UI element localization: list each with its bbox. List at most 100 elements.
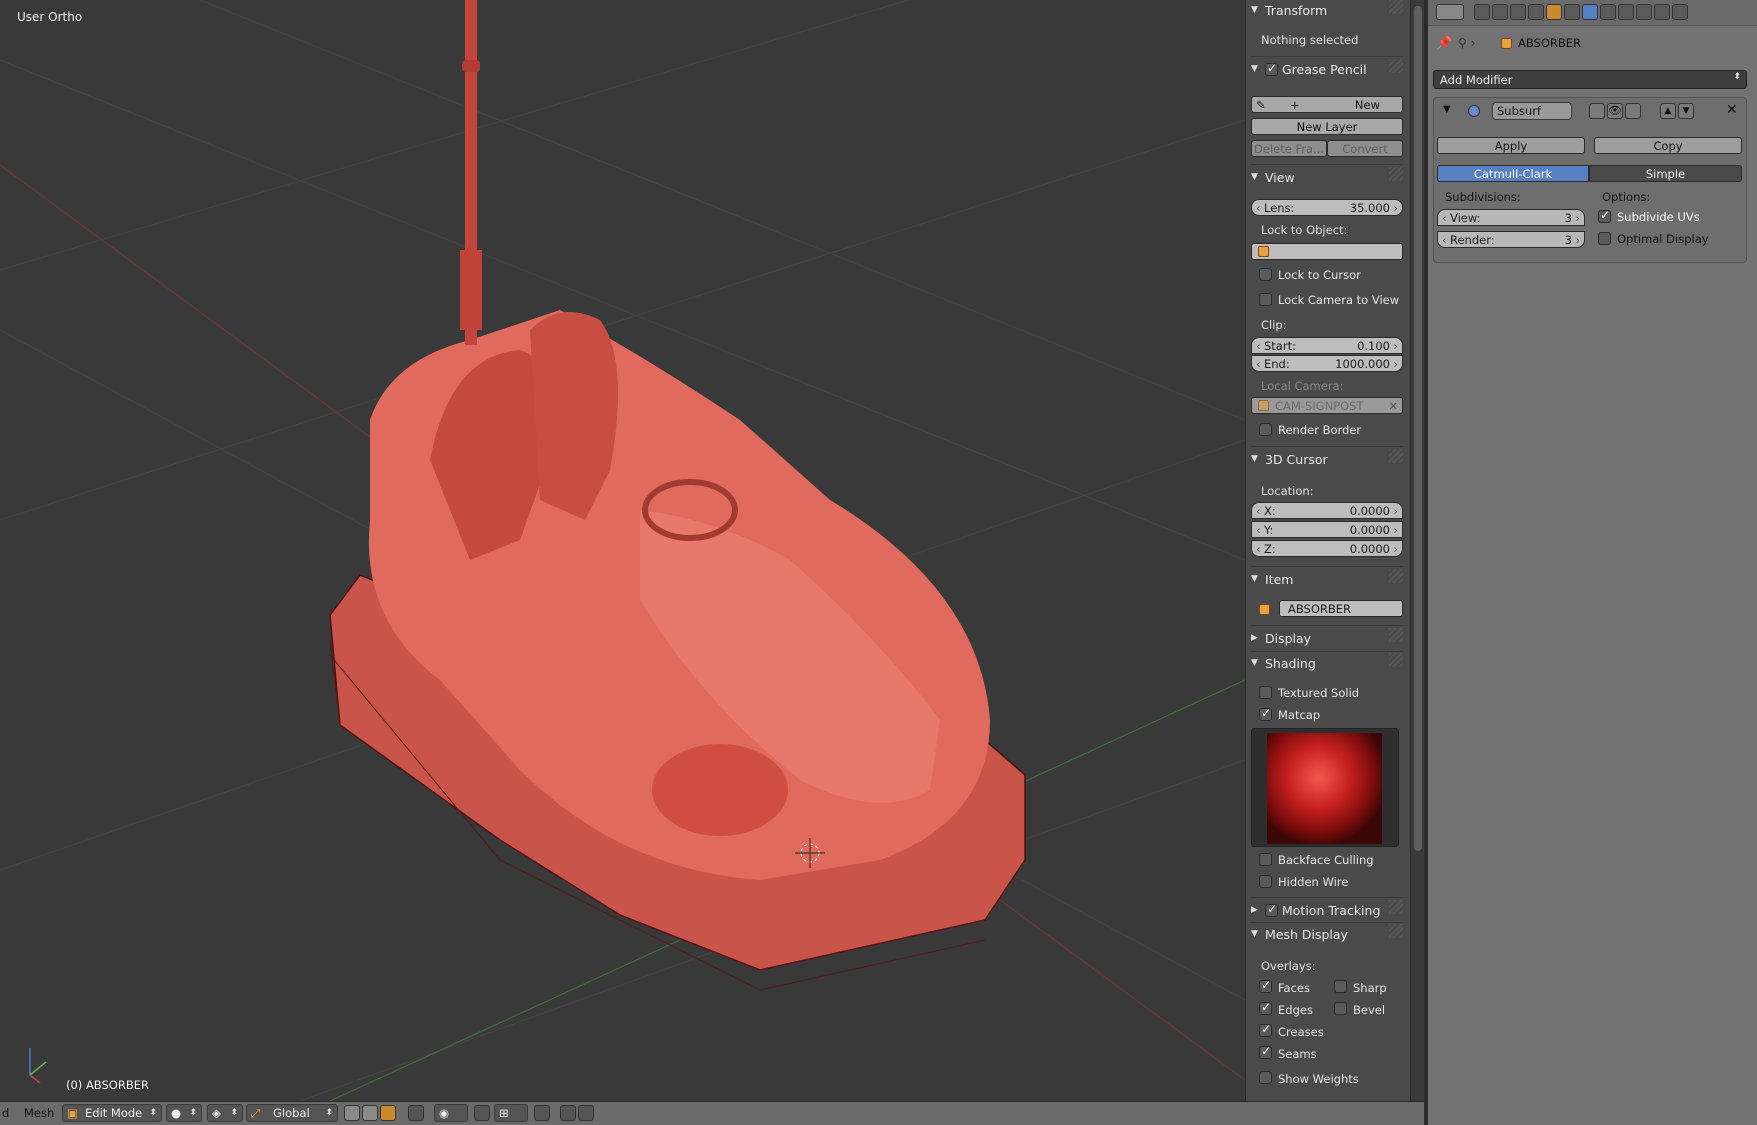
particles-tab-icon[interactable] — [1654, 4, 1670, 20]
new-layer-button[interactable]: New Layer — [1251, 118, 1403, 135]
mesh-display-panel-header[interactable]: ▼ Mesh Display — [1251, 924, 1403, 944]
modifier-name-field[interactable]: Subsurf — [1492, 102, 1572, 120]
scene-canvas — [0, 0, 1245, 1101]
render-border-checkbox[interactable] — [1259, 423, 1272, 436]
remove-modifier-icon[interactable]: ✕ — [1726, 102, 1738, 118]
lock-to-cursor-checkbox[interactable] — [1259, 268, 1272, 281]
move-down-icon[interactable]: ▼ — [1678, 103, 1694, 119]
grease-pencil-new-button[interactable]: ✎ + New — [1251, 96, 1403, 113]
lock-camera-checkbox[interactable] — [1259, 293, 1272, 306]
mesh-menu[interactable]: Mesh — [24, 1106, 54, 1120]
clip-start-field[interactable]: Start: 0.100 — [1251, 337, 1403, 354]
render-levels-field[interactable]: Render: 3 — [1437, 231, 1585, 248]
convert-button[interactable]: Convert — [1327, 140, 1403, 157]
lens-field[interactable]: Lens: 35.000 — [1251, 199, 1403, 216]
motion-tracking-checkbox[interactable] — [1265, 902, 1278, 917]
render-still-icon[interactable] — [560, 1105, 576, 1121]
opengl-render-icon[interactable] — [534, 1105, 550, 1121]
editor-type-icon[interactable] — [1436, 4, 1464, 20]
scene-tab-icon[interactable] — [1510, 4, 1526, 20]
faces-checkbox[interactable] — [1259, 978, 1272, 993]
scrollbar-thumb[interactable] — [1414, 6, 1422, 851]
vertex-select-icon[interactable] — [344, 1105, 360, 1121]
simple-tab[interactable]: Simple — [1589, 165, 1742, 182]
creases-checkbox[interactable] — [1259, 1022, 1272, 1037]
object-tab-icon[interactable] — [1546, 4, 1562, 20]
delete-frame-button[interactable]: Delete Fra... — [1251, 140, 1327, 157]
cursor-x-field[interactable]: X: 0.0000 — [1251, 502, 1403, 519]
textured-solid-checkbox[interactable] — [1259, 686, 1272, 699]
grease-pencil-enable-checkbox[interactable] — [1265, 61, 1278, 76]
shelf-scrollbar[interactable] — [1410, 0, 1424, 1101]
cursor-z-field[interactable]: Z: 0.0000 — [1251, 540, 1403, 557]
matcap-label: Matcap — [1278, 708, 1321, 722]
clear-icon[interactable]: ✕ — [1388, 399, 1398, 413]
face-select-icon[interactable] — [380, 1105, 396, 1121]
move-up-icon[interactable]: ▲ — [1660, 103, 1676, 119]
lock-object-field[interactable] — [1251, 243, 1403, 260]
physics-tab-icon[interactable] — [1672, 4, 1688, 20]
cursor-y-field[interactable]: Y: 0.0000 — [1251, 521, 1403, 538]
3d-viewport[interactable]: User Ortho (0) ABSORBER — [0, 0, 1245, 1101]
snap-toggle-icon[interactable] — [474, 1105, 490, 1121]
grease-pencil-panel-header[interactable]: ▼ Grease Pencil — [1251, 59, 1403, 79]
motion-tracking-panel-header[interactable]: ▶ Motion Tracking — [1251, 900, 1403, 920]
seams-checkbox[interactable] — [1259, 1044, 1272, 1059]
add-modifier-dropdown[interactable]: Add Modifier ⬍ — [1433, 70, 1747, 89]
constraints-tab-icon[interactable] — [1564, 4, 1580, 20]
transform-panel-header[interactable]: ▼ Transform — [1251, 0, 1403, 20]
render-tab-icon[interactable] — [1474, 4, 1490, 20]
copy-button[interactable]: Copy — [1594, 137, 1742, 154]
mode-dropdown[interactable]: ▣ Edit Mode ⬍ — [62, 1104, 162, 1122]
axis-gizmo-icon — [29, 1048, 47, 1084]
view-levels-value: 3 — [1564, 210, 1572, 225]
render-toggle-icon[interactable] — [1589, 103, 1605, 119]
subdivisions-label: Subdivisions: — [1445, 190, 1521, 204]
edge-select-icon[interactable] — [362, 1105, 378, 1121]
display-panel-header[interactable]: ▶ Display — [1251, 628, 1403, 648]
viewport-toggle-icon[interactable]: 👁 — [1607, 103, 1623, 119]
world-tab-icon[interactable] — [1528, 4, 1544, 20]
local-camera-field[interactable]: CAM-SIGNPOST ✕ — [1251, 397, 1403, 414]
3d-cursor-panel-header[interactable]: ▼ 3D Cursor — [1251, 449, 1403, 469]
render-layers-tab-icon[interactable] — [1492, 4, 1508, 20]
material-tab-icon[interactable] — [1618, 4, 1634, 20]
y-label: Y: — [1264, 522, 1274, 537]
hidden-wire-checkbox[interactable] — [1259, 875, 1272, 888]
subdivide-uvs-checkbox[interactable] — [1598, 208, 1611, 223]
collapse-modifier-icon[interactable]: ▼ — [1443, 104, 1451, 115]
pin-icon[interactable]: 📌 — [1436, 36, 1452, 51]
item-panel-header[interactable]: ▼ Item — [1251, 569, 1403, 589]
view-panel-header[interactable]: ▼ View — [1251, 167, 1403, 187]
matcap-preview[interactable] — [1251, 728, 1399, 847]
occlude-geometry-icon[interactable] — [408, 1105, 424, 1121]
viewport-shading-dropdown[interactable]: ● ⬍ — [166, 1104, 202, 1122]
snap-element-dropdown[interactable]: ⊞ — [494, 1104, 528, 1122]
proportional-edit-dropdown[interactable]: ◉ — [434, 1104, 468, 1122]
item-name-field[interactable]: ABSORBER — [1279, 600, 1403, 617]
panel-title: Mesh Display — [1265, 926, 1348, 942]
pivot-dropdown[interactable]: ◈ ⬍ — [207, 1104, 243, 1122]
backface-culling-checkbox[interactable] — [1259, 853, 1272, 866]
bevel-checkbox[interactable] — [1334, 1002, 1347, 1015]
matcap-checkbox[interactable] — [1259, 706, 1272, 721]
dropdown-arrow-icon: ⬍ — [1733, 72, 1741, 82]
clip-end-field[interactable]: End: 1000.000 — [1251, 355, 1403, 372]
edges-checkbox[interactable] — [1259, 1000, 1272, 1015]
apply-button[interactable]: Apply — [1437, 137, 1585, 154]
shading-panel-header[interactable]: ▼ Shading — [1251, 653, 1403, 673]
render-animation-icon[interactable] — [578, 1105, 594, 1121]
view-levels-field[interactable]: View: 3 — [1437, 209, 1585, 226]
texture-tab-icon[interactable] — [1636, 4, 1652, 20]
transform-orientation-dropdown[interactable]: ⤢ Global ⬍ — [246, 1104, 338, 1122]
data-tab-icon[interactable] — [1600, 4, 1616, 20]
sharp-checkbox[interactable] — [1334, 980, 1347, 993]
view-menu-partial[interactable]: d — [2, 1106, 9, 1120]
subsurf-modifier-panel: ▼ Subsurf 👁 ▲ ▼ ✕ Apply Copy Catmull-Cla… — [1433, 97, 1747, 263]
show-weights-checkbox[interactable] — [1259, 1071, 1272, 1084]
object-icon — [1259, 604, 1270, 615]
optimal-display-checkbox[interactable] — [1598, 232, 1611, 245]
catmull-clark-tab[interactable]: Catmull-Clark — [1437, 165, 1589, 182]
modifiers-tab-icon[interactable] — [1582, 4, 1598, 20]
editmode-toggle-icon[interactable] — [1625, 103, 1641, 119]
